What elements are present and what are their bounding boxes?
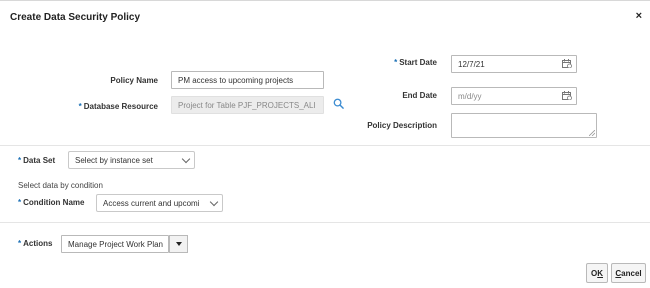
start-date-field[interactable]: 12/7/21 bbox=[451, 55, 577, 73]
condition-name-select-value: Access current and upcomi bbox=[103, 198, 200, 208]
cancel-button[interactable]: Cancel bbox=[611, 263, 646, 283]
start-date-label: * Start Date bbox=[394, 58, 437, 67]
condition-name-label: * Condition Name bbox=[18, 198, 84, 207]
create-data-security-policy-dialog: Create Data Security Policy × Policy Nam… bbox=[0, 0, 650, 288]
calendar-icon[interactable] bbox=[562, 91, 572, 100]
cancel-button-text: ancel bbox=[621, 268, 642, 278]
chevron-down-icon bbox=[209, 197, 219, 207]
actions-label-text: Actions bbox=[23, 239, 53, 248]
data-set-label-text: Data Set bbox=[23, 156, 56, 165]
section-divider bbox=[0, 222, 650, 223]
required-marker: * bbox=[18, 198, 22, 207]
actions-field[interactable]: Manage Project Work Plan bbox=[61, 235, 169, 253]
condition-hint-text: Select data by condition bbox=[18, 181, 103, 190]
ok-button-mnemonic: K bbox=[597, 268, 603, 278]
database-resource-label: * Database Resource bbox=[79, 102, 158, 111]
required-marker: * bbox=[78, 102, 82, 111]
policy-name-label: Policy Name bbox=[110, 76, 158, 85]
policy-name-field[interactable]: PM access to upcoming projects bbox=[171, 71, 324, 89]
condition-name-select[interactable]: Access current and upcomi bbox=[96, 194, 223, 212]
start-date-label-text: Start Date bbox=[399, 58, 437, 67]
calendar-icon[interactable] bbox=[562, 59, 572, 68]
dropdown-arrow-icon bbox=[175, 242, 182, 246]
actions-dropdown-button[interactable] bbox=[169, 235, 188, 253]
required-marker: * bbox=[18, 239, 22, 248]
condition-name-label-text: Condition Name bbox=[23, 198, 85, 207]
end-date-field[interactable]: m/d/yy bbox=[451, 87, 577, 105]
database-resource-label-text: Database Resource bbox=[83, 102, 158, 111]
end-date-label: End Date bbox=[402, 91, 437, 100]
section-divider bbox=[0, 145, 650, 146]
actions-label: * Actions bbox=[18, 239, 52, 248]
policy-name-label-text: Policy Name bbox=[110, 76, 158, 85]
close-icon[interactable]: × bbox=[636, 10, 642, 22]
policy-description-field[interactable] bbox=[451, 113, 597, 138]
end-date-label-text: End Date bbox=[402, 91, 437, 100]
dialog-title: Create Data Security Policy bbox=[10, 12, 141, 23]
database-resource-field[interactable]: Project for Table PJF_PROJECTS_ALI bbox=[171, 96, 324, 114]
policy-description-label: Policy Description bbox=[367, 121, 437, 130]
data-set-select-value: Select by instance set bbox=[75, 155, 153, 165]
required-marker: * bbox=[394, 58, 398, 67]
required-marker: * bbox=[18, 156, 22, 165]
chevron-down-icon bbox=[181, 154, 191, 164]
policy-description-label-text: Policy Description bbox=[367, 121, 437, 130]
resize-handle-icon[interactable] bbox=[589, 130, 595, 136]
ok-button[interactable]: OK bbox=[586, 263, 608, 283]
data-set-select[interactable]: Select by instance set bbox=[68, 151, 195, 169]
data-set-label: * Data Set bbox=[18, 156, 55, 165]
search-icon[interactable] bbox=[333, 98, 344, 109]
